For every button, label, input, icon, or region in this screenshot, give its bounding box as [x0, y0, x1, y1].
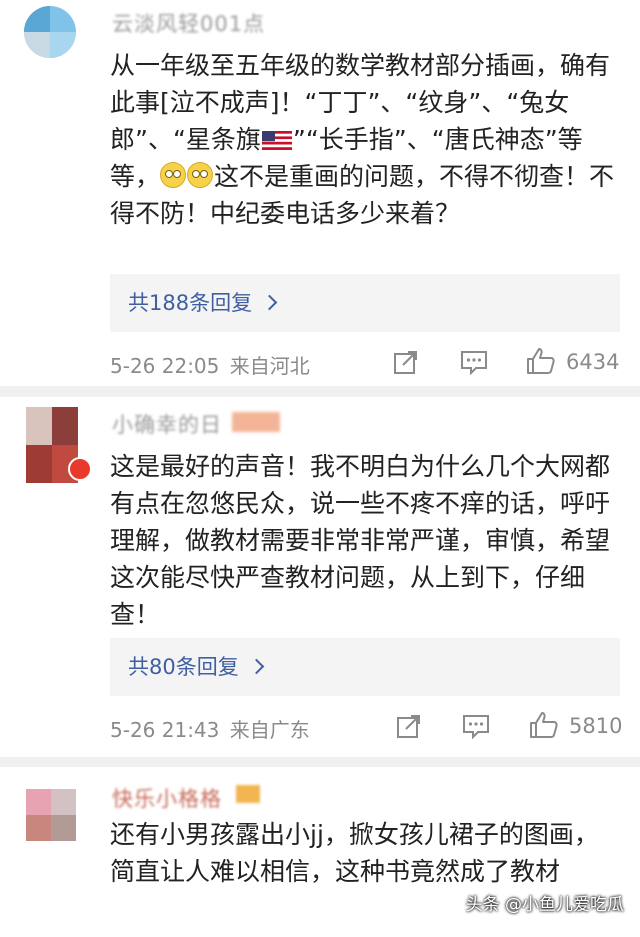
timestamp: 5-26 21:43: [110, 718, 220, 742]
comment-text: 这是最好的声音！我不明白为什么几个大网都有点在忽悠民众，说一些不疼不痒的话，呼吁…: [110, 452, 611, 629]
divider: [0, 386, 640, 397]
timestamp: 5-26 22:05: [110, 354, 220, 378]
share-icon[interactable]: [393, 349, 419, 375]
avatar[interactable]: [24, 6, 76, 58]
username[interactable]: 快乐小格格: [112, 783, 222, 813]
emoji-icon: [187, 162, 214, 188]
comment-1: 云淡风轻001点 从一年级至五年级的数学教材部分插画，确有此事[泣不成声]！“丁…: [0, 0, 640, 395]
comment-meta: 5-26 21:43 来自广东: [110, 714, 310, 743]
like-count: 6434: [566, 350, 620, 374]
avatar[interactable]: [26, 789, 76, 841]
comment-2: 小确幸的日 这是最好的声音！我不明白为什么几个大网都有点在忽悠民众，说一些不疼不…: [0, 397, 640, 767]
verified-badge: [68, 457, 92, 481]
comment-text: 从一年级至五年级的数学教材部分插画，确有此事[泣不成声]！“丁丁”、“纹身”、“…: [110, 47, 622, 232]
username[interactable]: 云淡风轻001点: [112, 8, 265, 38]
comment-text: 还有小男孩露出小jj，掀女孩儿裙子的图画，简直让人难以相信，这种书竟然成了教材: [110, 820, 599, 886]
comment-icon[interactable]: [460, 349, 488, 375]
thumbs-up-icon[interactable]: [529, 710, 559, 740]
location: 来自河北: [229, 354, 310, 378]
share-icon[interactable]: [396, 713, 422, 739]
view-replies-button[interactable]: 共188条回复: [110, 274, 620, 332]
reply-count: 共80条回复: [128, 655, 239, 679]
watermark: 头条 @小鱼儿爱吃瓜: [465, 895, 624, 915]
comment-icon[interactable]: [462, 713, 490, 739]
chevron-right-icon: [248, 658, 265, 675]
reply-count: 共188条回复: [128, 291, 253, 315]
flag-icon: [261, 131, 292, 150]
badge: [236, 785, 260, 803]
chevron-right-icon: [261, 294, 278, 311]
divider: [0, 757, 640, 767]
emoji-icon: [160, 162, 187, 188]
view-replies-button[interactable]: 共80条回复: [110, 638, 620, 696]
location: 来自广东: [229, 718, 310, 742]
badge: [232, 412, 280, 432]
username[interactable]: 小确幸的日: [112, 409, 222, 439]
like-count: 5810: [569, 714, 623, 738]
thumbs-up-icon[interactable]: [526, 346, 556, 376]
comment-meta: 5-26 22:05 来自河北: [110, 350, 310, 379]
